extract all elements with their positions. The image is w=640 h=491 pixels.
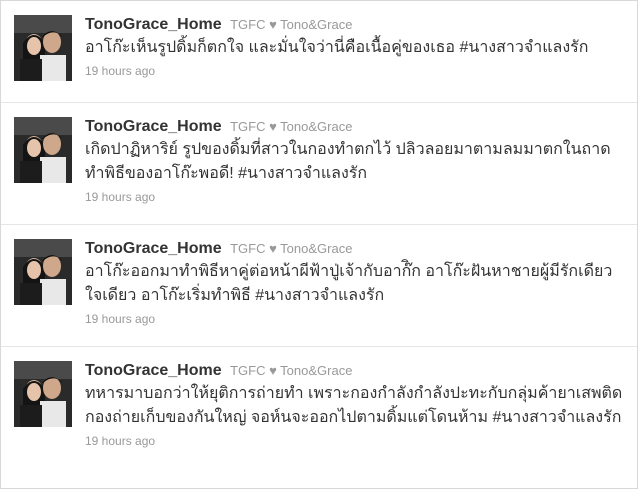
tweet-item[interactable]: TonoGrace_Home TGFC ♥ Tono&Grace อาโก๊ะอ… xyxy=(1,225,637,347)
tweet-header: TonoGrace_Home TGFC ♥ Tono&Grace xyxy=(85,15,625,35)
tweet-timeline: TonoGrace_Home TGFC ♥ Tono&Grace อาโก๊ะเ… xyxy=(0,0,638,489)
avatar[interactable] xyxy=(14,15,72,81)
full-name-link[interactable]: TGFC ♥ Tono&Grace xyxy=(230,241,352,256)
screen-name-link[interactable]: TonoGrace_Home xyxy=(85,240,222,257)
tweet-text: อาโก๊ะออกมาทำพิธีหาคู่ต่อหน้าผีฟ้าปู่เจ้… xyxy=(85,263,613,304)
tweet-item[interactable]: TonoGrace_Home TGFC ♥ Tono&Grace อาโก๊ะเ… xyxy=(1,1,637,103)
tweet-header: TonoGrace_Home TGFC ♥ Tono&Grace xyxy=(85,361,625,381)
timestamp-link[interactable]: 19 hours ago xyxy=(85,433,625,449)
profile-photo-couple-icon xyxy=(14,239,72,305)
avatar[interactable] xyxy=(14,361,72,427)
timestamp-link[interactable]: 19 hours ago xyxy=(85,311,625,327)
tweet-text: เกิดปาฏิหาริย์ รูปของดิ้มที่สาวในกองทำตก… xyxy=(85,141,611,182)
avatar[interactable] xyxy=(14,239,72,305)
tweet-item[interactable]: TonoGrace_Home TGFC ♥ Tono&Grace เกิดปาฏ… xyxy=(1,103,637,225)
full-name-link[interactable]: TGFC ♥ Tono&Grace xyxy=(230,119,352,134)
profile-photo-couple-icon xyxy=(14,361,72,427)
screen-name-link[interactable]: TonoGrace_Home xyxy=(85,362,222,379)
tweet-header: TonoGrace_Home TGFC ♥ Tono&Grace xyxy=(85,117,625,137)
screen-name-link[interactable]: TonoGrace_Home xyxy=(85,118,222,135)
profile-photo-couple-icon xyxy=(14,117,72,183)
tweet-content: TonoGrace_Home TGFC ♥ Tono&Grace อาโก๊ะอ… xyxy=(85,239,625,327)
tweet-content: TonoGrace_Home TGFC ♥ Tono&Grace ทหารมาบ… xyxy=(85,361,625,449)
timestamp-link[interactable]: 19 hours ago xyxy=(85,189,625,205)
profile-photo-couple-icon xyxy=(14,15,72,81)
timestamp-link[interactable]: 19 hours ago xyxy=(85,63,625,79)
full-name-link[interactable]: TGFC ♥ Tono&Grace xyxy=(230,363,352,378)
tweet-item[interactable]: TonoGrace_Home TGFC ♥ Tono&Grace ทหารมาบ… xyxy=(1,347,637,488)
full-name-link[interactable]: TGFC ♥ Tono&Grace xyxy=(230,17,352,32)
avatar[interactable] xyxy=(14,117,72,183)
tweet-text: อาโก๊ะเห็นรูปดิ้มก็ตกใจ และมั่นใจว่านี่ค… xyxy=(85,39,589,56)
screen-name-link[interactable]: TonoGrace_Home xyxy=(85,16,222,33)
tweet-text: ทหารมาบอกว่าให้ยุติการถ่ายทำ เพราะกองกำล… xyxy=(85,385,623,426)
tweet-content: TonoGrace_Home TGFC ♥ Tono&Grace เกิดปาฏ… xyxy=(85,117,625,205)
tweet-header: TonoGrace_Home TGFC ♥ Tono&Grace xyxy=(85,239,625,259)
tweet-content: TonoGrace_Home TGFC ♥ Tono&Grace อาโก๊ะเ… xyxy=(85,15,625,79)
